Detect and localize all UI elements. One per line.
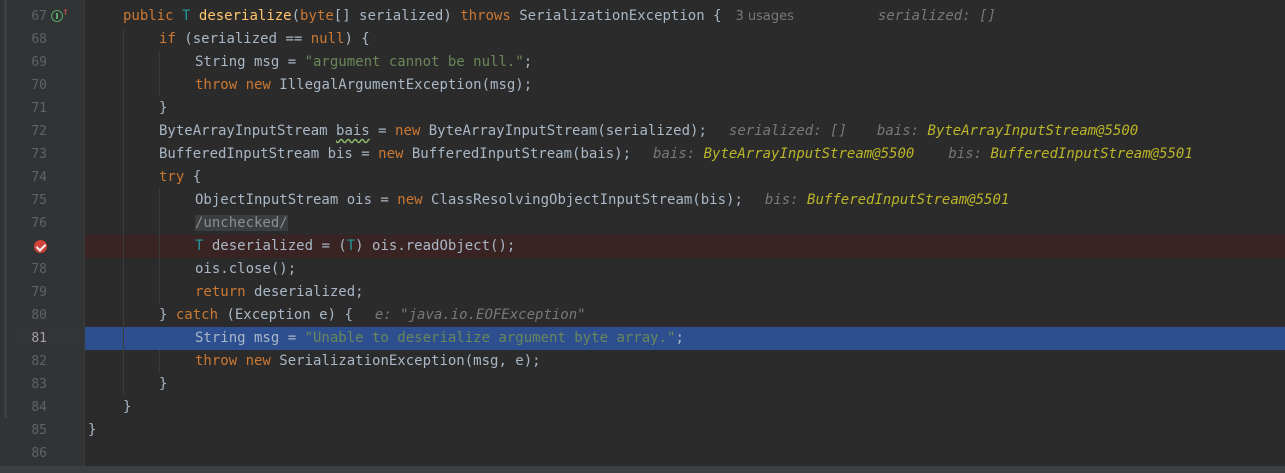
code-text: ObjectInputStream ois = new ClassResolvi… bbox=[195, 192, 1010, 208]
code-text: String msg = "Unable to deserialize argu… bbox=[195, 330, 684, 346]
code-text: String msg = "argument cannot be null."; bbox=[195, 54, 533, 70]
code-line-80[interactable]: 80 } catch (Exception e) {e: "java.io.EO… bbox=[0, 304, 1285, 327]
inline-object-value[interactable]: ByteArrayInputStream@5500 bbox=[704, 146, 915, 162]
code-text: T deserialized = (T) ois.readObject(); bbox=[195, 238, 516, 254]
code-text: public T deserialize(byte[] serialized) … bbox=[123, 8, 996, 24]
code-text: } bbox=[159, 100, 168, 116]
code-line-83[interactable]: 83 } bbox=[0, 373, 1285, 396]
inline-object-value[interactable]: BufferedInputStream@5501 bbox=[991, 146, 1193, 162]
line-number: 86 bbox=[31, 446, 47, 461]
code-line-72[interactable]: 72 ByteArrayInputStream bais = new ByteA… bbox=[0, 120, 1285, 143]
code-line-68[interactable]: 68 if (serialized == null) { bbox=[0, 28, 1285, 51]
usages-hint[interactable]: 3 usages bbox=[736, 9, 794, 24]
inline-label: bis: bbox=[948, 146, 983, 162]
code-line-73[interactable]: 73 BufferedInputStream bis = new Buffere… bbox=[0, 143, 1285, 166]
code-line-67[interactable]: 67 ↑ public T deserialize(byte[] seriali… bbox=[0, 5, 1285, 28]
code-text: ois.close(); bbox=[195, 261, 297, 277]
line-number: 80 bbox=[31, 308, 47, 323]
code-line-70[interactable]: 70 throw new IllegalArgumentException(ms… bbox=[0, 74, 1285, 97]
inline-value: e: "java.io.EOFException" bbox=[374, 307, 586, 323]
line-number: 73 bbox=[31, 147, 47, 162]
code-text: } catch (Exception e) {e: "java.io.EOFEx… bbox=[159, 307, 586, 323]
code-text: } bbox=[88, 422, 97, 438]
inline-label: bis: bbox=[764, 192, 799, 208]
inline-value: serialized: [] bbox=[728, 123, 847, 139]
line-number: 78 bbox=[31, 262, 47, 277]
line-number: 69 bbox=[31, 55, 47, 70]
code-text: BufferedInputStream bis = new BufferedIn… bbox=[159, 146, 1193, 162]
line-number: 79 bbox=[31, 285, 47, 300]
code-text: if (serialized == null) { bbox=[159, 31, 370, 47]
inline-label: bais: bbox=[876, 123, 920, 139]
code-text: /unchecked/ bbox=[195, 212, 288, 235]
folded-suppress-warnings[interactable]: /unchecked/ bbox=[195, 215, 288, 231]
code-line-76[interactable]: 76 /unchecked/ bbox=[0, 212, 1285, 235]
code-editor[interactable]: 67 ↑ public T deserialize(byte[] seriali… bbox=[0, 0, 1285, 473]
code-line-78[interactable]: 78 ois.close(); bbox=[0, 258, 1285, 281]
breakpoint-icon[interactable] bbox=[34, 240, 47, 253]
code-line-69[interactable]: 69 String msg = "argument cannot be null… bbox=[0, 51, 1285, 74]
line-number: 67 bbox=[31, 9, 47, 24]
line-number: 84 bbox=[31, 400, 47, 415]
code-line-79[interactable]: 79 return deserialized; bbox=[0, 281, 1285, 304]
code-line-85[interactable]: 85 } bbox=[0, 419, 1285, 442]
code-line-82[interactable]: 82 throw new SerializationException(msg,… bbox=[0, 350, 1285, 373]
code-text: try { bbox=[159, 169, 202, 185]
line-number: 83 bbox=[31, 377, 47, 392]
line-number: 68 bbox=[31, 32, 47, 47]
code-text: } bbox=[159, 376, 168, 392]
code-line-77[interactable]: T deserialized = (T) ois.readObject(); bbox=[0, 235, 1285, 258]
line-number: 70 bbox=[31, 78, 47, 93]
code-text: return deserialized; bbox=[195, 284, 364, 300]
line-number: 85 bbox=[31, 423, 47, 438]
override-arrow-icon: ↑ bbox=[62, 5, 69, 18]
code-line-74[interactable]: 74 try { bbox=[0, 166, 1285, 189]
code-line-84[interactable]: 84 } bbox=[0, 396, 1285, 419]
line-number: 74 bbox=[31, 170, 47, 185]
code-text: throw new IllegalArgumentException(msg); bbox=[195, 77, 533, 93]
code-text: } bbox=[123, 399, 132, 415]
line-number: 82 bbox=[31, 354, 47, 369]
line-number: 76 bbox=[31, 216, 47, 231]
code-line-71[interactable]: 71 } bbox=[0, 97, 1285, 120]
line-number: 75 bbox=[31, 193, 47, 208]
line-number: 72 bbox=[31, 124, 47, 139]
code-line-86[interactable]: 86 bbox=[0, 442, 1285, 465]
inline-object-value[interactable]: ByteArrayInputStream@5500 bbox=[928, 123, 1139, 139]
code-line-75[interactable]: 75 ObjectInputStream ois = new ClassReso… bbox=[0, 189, 1285, 212]
code-text: ByteArrayInputStream bais = new ByteArra… bbox=[159, 123, 1139, 139]
horizontal-scrollbar[interactable] bbox=[0, 466, 1285, 473]
line-number: 71 bbox=[31, 101, 47, 116]
inline-value: serialized: [] bbox=[877, 8, 996, 24]
inline-label: bais: bbox=[653, 146, 696, 162]
code-text: throw new SerializationException(msg, e)… bbox=[195, 353, 541, 369]
line-number: 81 bbox=[31, 331, 47, 346]
inline-object-value[interactable]: BufferedInputStream@5501 bbox=[807, 192, 1009, 208]
code-line-81-current[interactable]: 81 String msg = "Unable to deserialize a… bbox=[0, 327, 1285, 350]
